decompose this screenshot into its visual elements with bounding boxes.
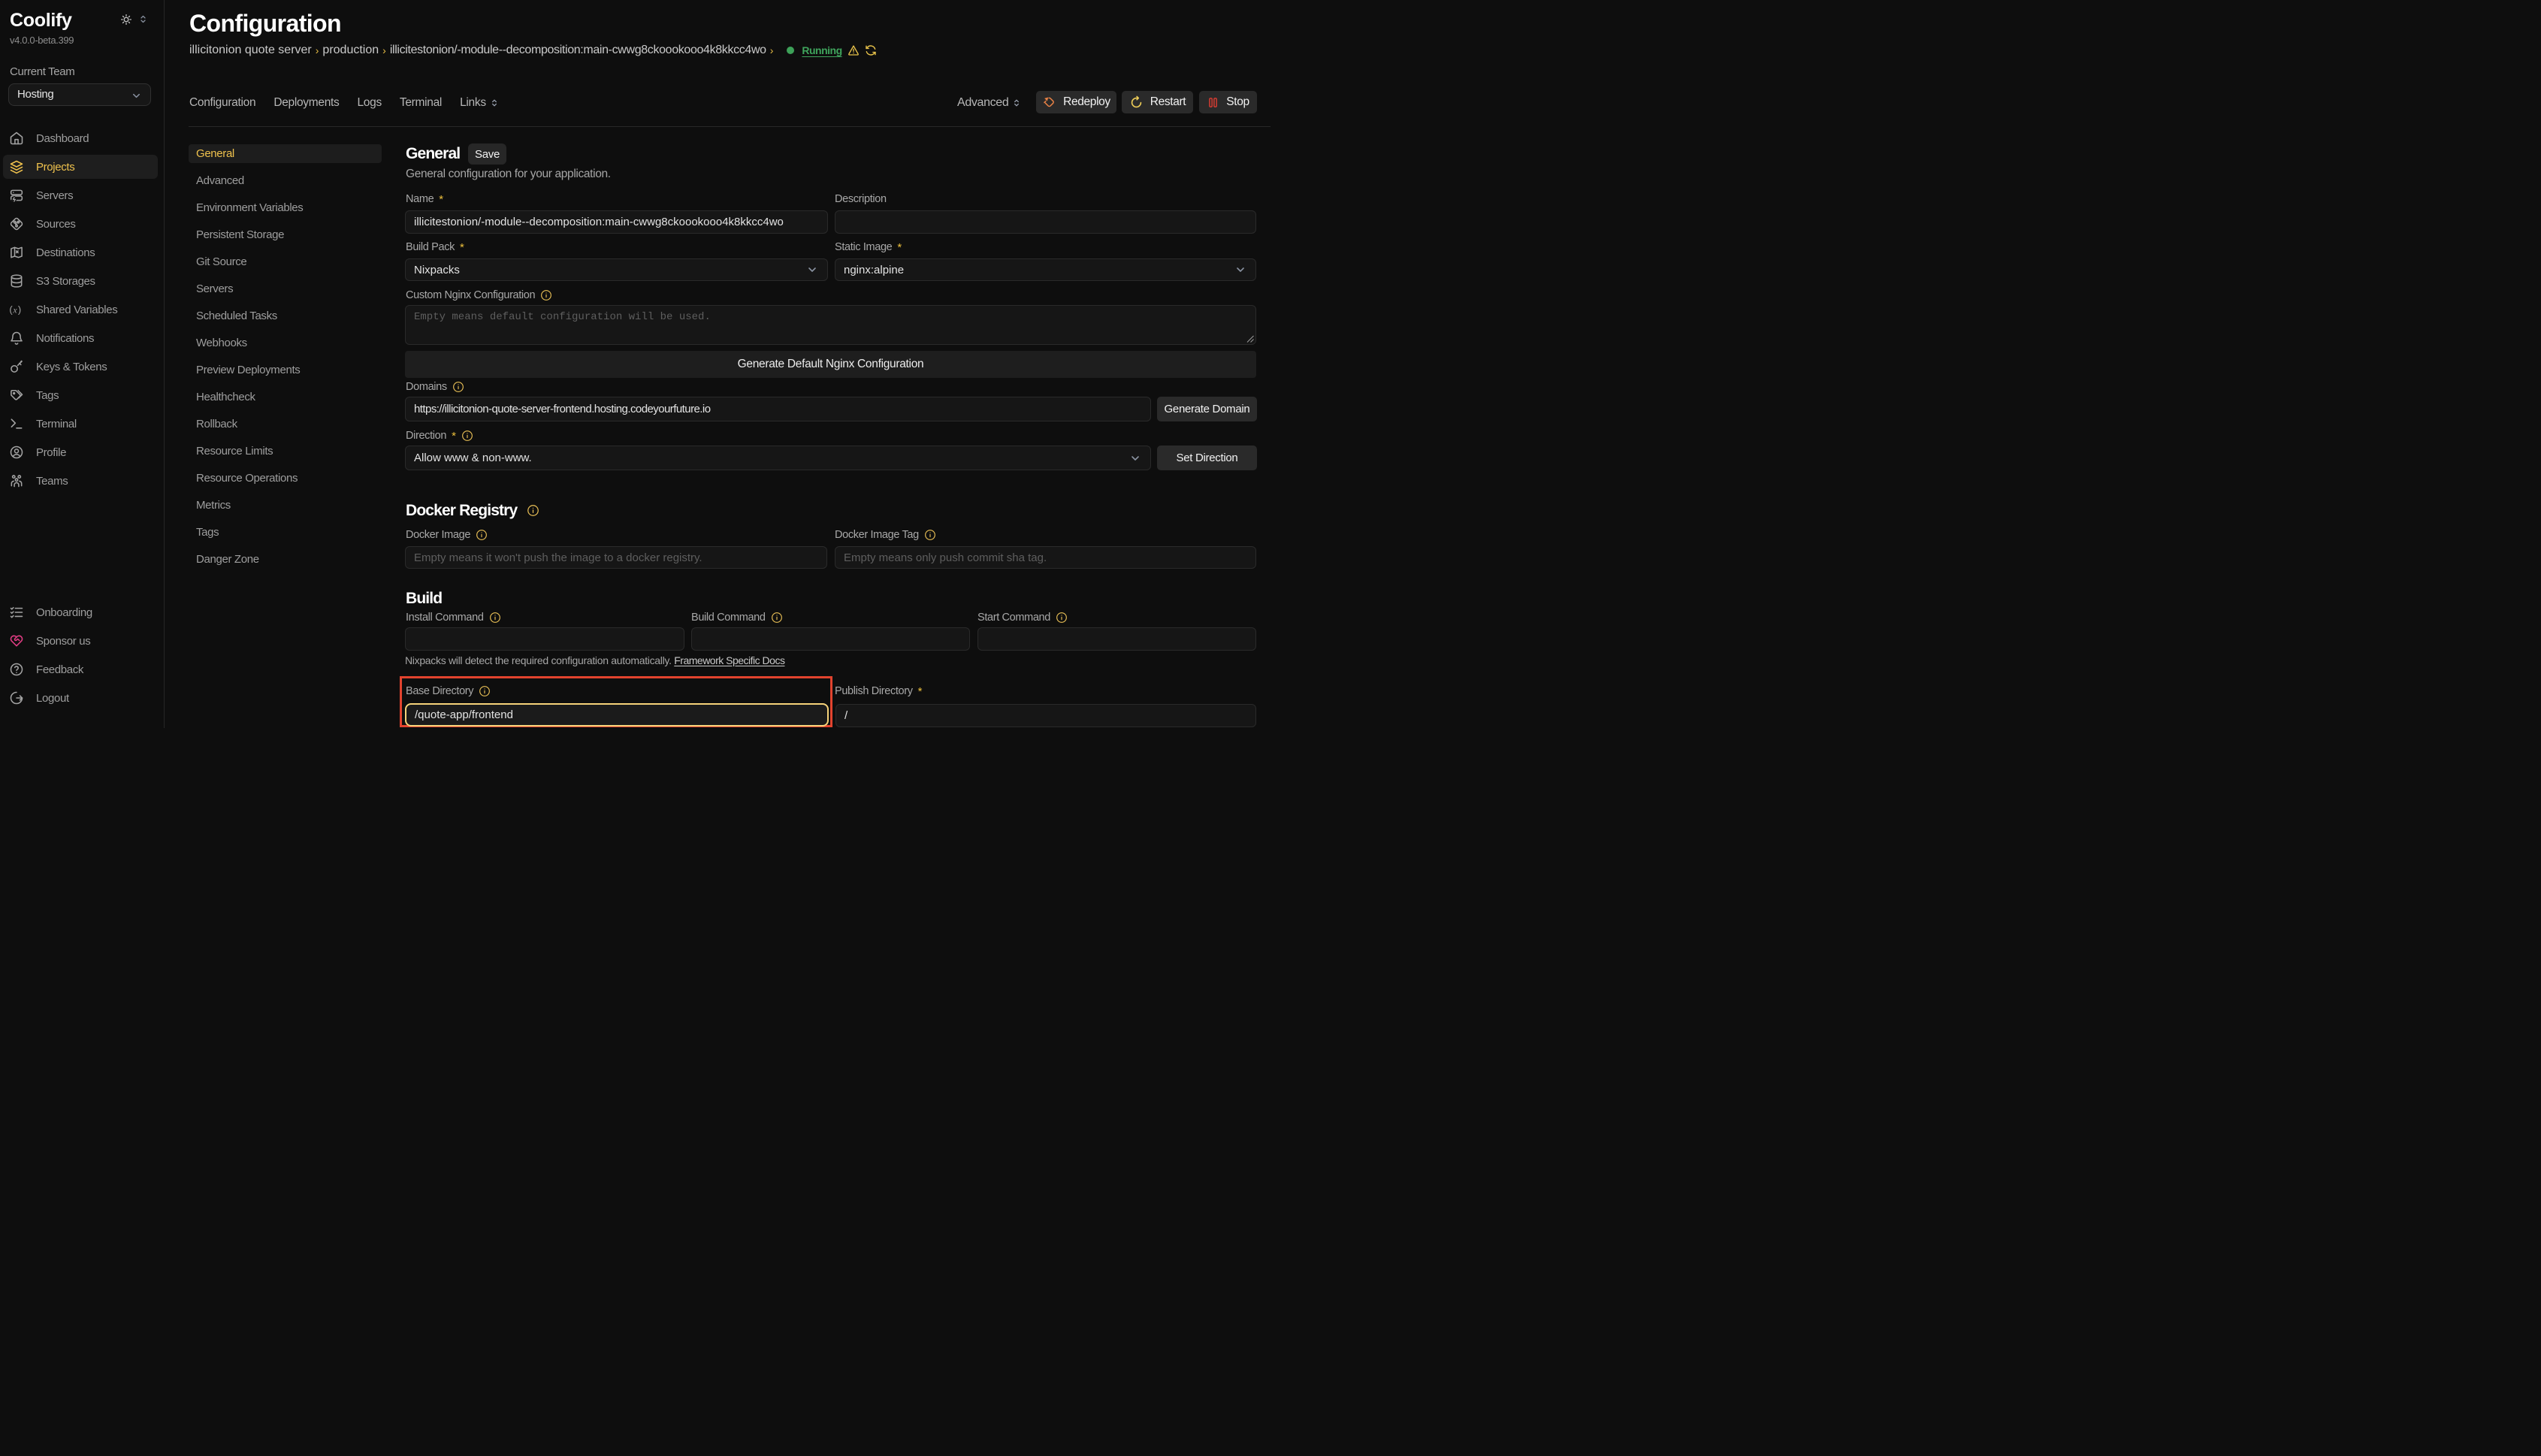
svg-text:): ) xyxy=(18,304,21,316)
svg-text:x: x xyxy=(12,305,17,316)
